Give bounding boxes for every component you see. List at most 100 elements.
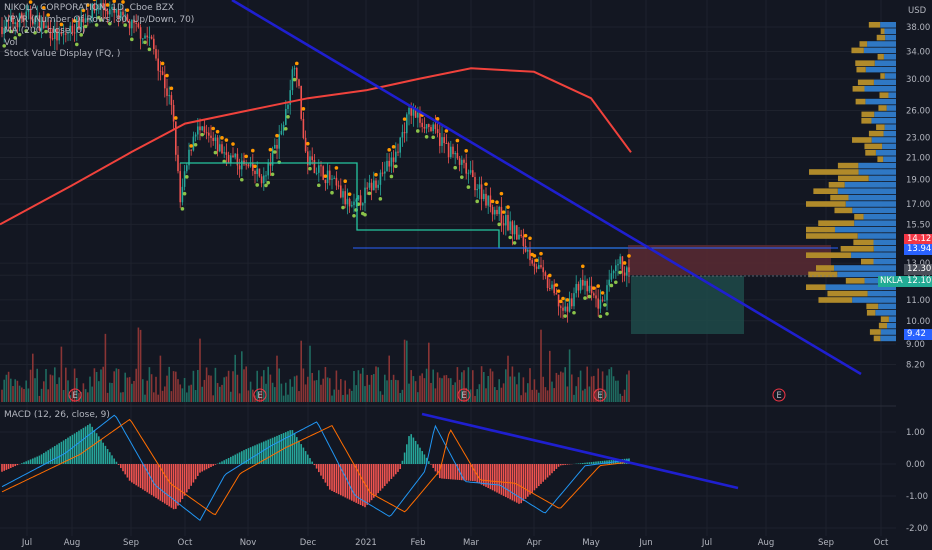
vpvr-up-bar bbox=[873, 79, 896, 86]
macd-histogram-bar bbox=[423, 454, 426, 464]
macd-histogram-bar bbox=[179, 464, 181, 503]
volume-bar bbox=[291, 386, 294, 402]
svd-dot bbox=[532, 254, 537, 258]
volume-bar bbox=[518, 372, 520, 402]
svd-dot bbox=[367, 191, 372, 196]
volume-bar bbox=[183, 377, 186, 402]
vpvr-down-bar bbox=[878, 322, 888, 329]
macd-histogram-bar bbox=[252, 446, 254, 464]
macd-histogram-bar bbox=[133, 464, 135, 484]
macd-histogram-bar bbox=[51, 447, 54, 464]
svd-dot bbox=[268, 147, 273, 152]
volume-bar bbox=[104, 333, 107, 402]
volume-bar bbox=[544, 387, 547, 402]
candle-body bbox=[441, 137, 443, 146]
candle-body bbox=[586, 280, 588, 292]
candle-body bbox=[216, 137, 219, 152]
volume-bar bbox=[43, 381, 45, 402]
macd-histogram-bar bbox=[276, 435, 278, 464]
macd-histogram-bar bbox=[494, 464, 496, 492]
candle-body bbox=[597, 298, 599, 309]
volume-bar bbox=[289, 379, 291, 402]
macd-histogram-bar bbox=[307, 454, 309, 464]
volume-bar bbox=[1, 389, 3, 402]
candle-body bbox=[507, 215, 509, 231]
volume-bar bbox=[535, 389, 538, 402]
volume-bar bbox=[399, 392, 401, 402]
candle-body bbox=[381, 172, 384, 174]
macd-histogram-bar bbox=[535, 464, 538, 489]
macd-histogram-bar bbox=[113, 458, 115, 464]
price-chart[interactable]: EEEEE 8.209.0010.0011.0012.3013.0015.501… bbox=[0, 0, 932, 550]
candle-body bbox=[181, 186, 184, 203]
vpvr-down-bar bbox=[879, 92, 889, 98]
y-tick-label: 23.00 bbox=[906, 134, 930, 144]
svd-dot bbox=[352, 213, 356, 218]
candle-body bbox=[463, 159, 465, 163]
volume-bar bbox=[157, 394, 159, 402]
macd-histogram-bar bbox=[337, 464, 340, 495]
macd-histogram-bar bbox=[269, 438, 272, 464]
candle-body bbox=[483, 193, 485, 200]
macd-histogram-bar bbox=[324, 464, 327, 483]
macd-histogram-bar bbox=[326, 464, 329, 487]
vpvr-down-bar bbox=[830, 194, 849, 201]
svd-dot bbox=[627, 254, 631, 258]
volume-bar bbox=[318, 370, 320, 402]
svd-dot bbox=[464, 148, 469, 153]
volume-bar bbox=[524, 392, 527, 402]
candle-body bbox=[164, 74, 166, 89]
candle-body bbox=[377, 184, 379, 188]
volume-bar bbox=[375, 366, 377, 402]
volume-bar bbox=[307, 376, 309, 402]
macd-histogram-bar bbox=[375, 464, 377, 496]
volume-bar bbox=[32, 353, 34, 402]
macd-histogram-bar bbox=[89, 423, 91, 464]
volume-bar bbox=[410, 370, 412, 402]
macd-histogram-bar bbox=[483, 464, 485, 486]
volume-bar bbox=[7, 371, 10, 402]
macd-histogram-bar bbox=[117, 464, 120, 465]
macd-histogram-bar bbox=[434, 464, 437, 472]
volume-bar bbox=[58, 377, 60, 402]
vpvr-up-bar bbox=[880, 329, 896, 335]
vpvr-down-bar bbox=[855, 98, 866, 105]
macd-histogram-bar bbox=[87, 425, 89, 464]
candle-body bbox=[205, 132, 208, 134]
volume-bar bbox=[269, 374, 272, 402]
vpvr-down-bar bbox=[868, 130, 884, 137]
svd-dot bbox=[563, 314, 567, 318]
volume-bar bbox=[175, 371, 177, 402]
macd-histogram-bar bbox=[115, 461, 118, 464]
svd-dot bbox=[394, 164, 398, 169]
volume-bar bbox=[621, 395, 624, 402]
candle-body bbox=[401, 132, 404, 138]
macd-histogram-bar bbox=[500, 464, 503, 495]
candle-body bbox=[419, 112, 421, 123]
volume-bar bbox=[436, 372, 439, 402]
svd-dot bbox=[453, 165, 458, 170]
svd-dot bbox=[581, 264, 585, 269]
macd-histogram-bar bbox=[214, 464, 217, 465]
candle-body bbox=[368, 182, 371, 188]
volume-bar bbox=[373, 374, 375, 402]
volume-bar bbox=[309, 345, 311, 402]
volume-bar bbox=[315, 380, 318, 402]
volume-bar bbox=[478, 384, 481, 402]
candle-body bbox=[445, 143, 448, 145]
macd-histogram-bar bbox=[128, 464, 131, 481]
macd-tick: 1.00 bbox=[906, 428, 925, 438]
candle-body bbox=[566, 306, 569, 312]
volume-bar bbox=[533, 379, 536, 402]
volume-bar bbox=[210, 375, 212, 402]
macd-histogram-bar bbox=[447, 464, 450, 480]
volume-bar bbox=[566, 386, 569, 402]
macd-histogram-bar bbox=[45, 451, 47, 464]
vpvr-down-bar bbox=[845, 278, 865, 284]
candle-body bbox=[362, 203, 364, 206]
candle-body bbox=[417, 112, 419, 118]
volume-bar bbox=[502, 383, 505, 402]
candle-body bbox=[533, 263, 536, 267]
indicator-legend: NIKOLA CORPORATION, 1D, Cboe BZX VPVR (N… bbox=[4, 3, 194, 61]
macd-histogram-bar bbox=[21, 463, 23, 464]
